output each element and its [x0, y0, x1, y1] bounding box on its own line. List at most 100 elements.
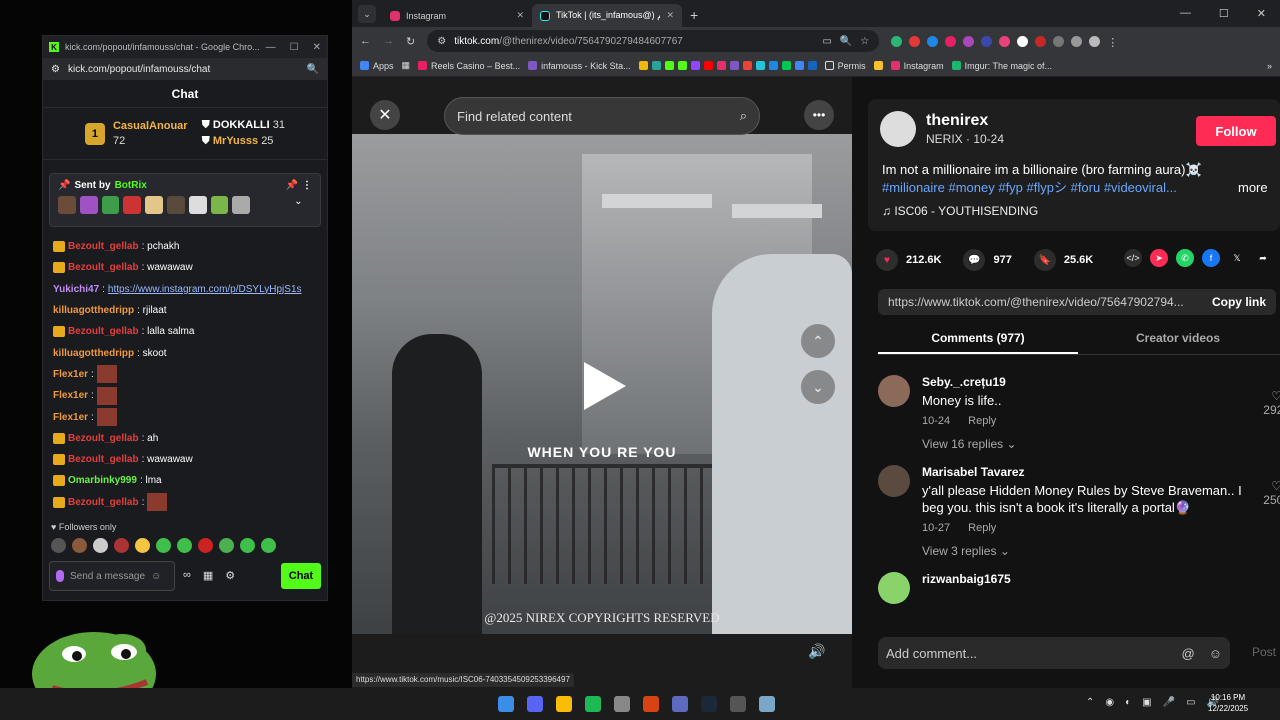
mic-icon[interactable]: [56, 570, 64, 582]
embed-icon[interactable]: </>: [1124, 249, 1142, 267]
bookmark-imgur[interactable]: Imgur: The magic of...: [951, 61, 1052, 71]
address-bar[interactable]: ⚙ tiktok.com/@thenirex/video/75647902794…: [427, 30, 880, 52]
discord-tray-icon[interactable]: ◉: [1105, 697, 1114, 708]
tab-tiktok[interactable]: TikTok | (its_infamous@) كريم ✕: [532, 4, 682, 27]
kick-address-bar[interactable]: ⚙ kick.com/popout/infamouss/chat 🔍: [43, 58, 327, 80]
tab-instagram[interactable]: Instagram ✕: [382, 4, 532, 27]
emoji-icon[interactable]: ☺: [151, 571, 161, 582]
kebab-menu-icon[interactable]: ⋮: [1107, 36, 1118, 49]
bookmark-star-icon[interactable]: ☆: [860, 36, 869, 47]
mic-icon[interactable]: 🎤: [1163, 697, 1175, 708]
chat-username[interactable]: Bezoult_gellab: [68, 497, 139, 508]
leader-name-1[interactable]: CasualAnouar: [113, 120, 188, 132]
spotify-icon[interactable]: [585, 696, 601, 712]
chat-username[interactable]: Flex1er: [53, 390, 88, 401]
send-icon[interactable]: ➤: [1150, 249, 1168, 267]
music-link[interactable]: ♫ ISC06 - YOUTHISENDING: [882, 204, 1038, 218]
bookmark-permis[interactable]: Permis: [824, 61, 866, 71]
chat-username[interactable]: Omarbinky999: [68, 475, 137, 486]
puzzle-icon[interactable]: [1053, 35, 1065, 47]
chrome-icon[interactable]: [556, 696, 572, 712]
chat-username[interactable]: Yukichi47: [53, 284, 99, 295]
zoom-icon[interactable]: 🔍: [840, 36, 852, 47]
like-heart-icon[interactable]: ♥: [876, 249, 898, 271]
tray-icon[interactable]: ▣: [1142, 697, 1151, 708]
extension-icon[interactable]: [927, 35, 939, 47]
bookmark-chart-icon[interactable]: [873, 61, 883, 70]
bookmark-instagram[interactable]: Instagram: [890, 61, 944, 71]
app-icon[interactable]: [759, 696, 775, 712]
steam-icon[interactable]: [701, 696, 717, 712]
follow-button[interactable]: Follow: [1196, 116, 1276, 146]
bookmark-icon[interactable]: 🔖: [1033, 249, 1056, 271]
tab-search-icon[interactable]: ⌄: [358, 5, 376, 23]
pinned-message[interactable]: 📌 Sent by BotRix 📌 ⋮ ⌄: [49, 173, 321, 227]
chat-username[interactable]: Bezoult_gellab: [68, 326, 139, 337]
more-link[interactable]: more: [1238, 180, 1268, 195]
leader-name-2[interactable]: DOKKALLI: [213, 119, 270, 131]
extension-icon[interactable]: [981, 35, 993, 47]
comment-author[interactable]: rizwanbaig1675: [922, 572, 1278, 586]
site-info-icon[interactable]: ⚙: [51, 64, 60, 75]
extension-icon[interactable]: [909, 35, 921, 47]
previous-video-button[interactable]: ⌃: [801, 324, 835, 358]
pinned-bot-name[interactable]: BotRix: [115, 180, 147, 191]
reload-icon[interactable]: ↻: [406, 35, 415, 48]
send-chat-button[interactable]: Chat: [281, 563, 321, 589]
comment-author[interactable]: Seby._.crețu19: [922, 375, 1278, 389]
network-icon[interactable]: ▭: [1186, 697, 1195, 708]
view-replies-button[interactable]: View 3 replies ⌄: [922, 544, 1278, 558]
close-tab-icon[interactable]: ✕: [516, 10, 524, 21]
extension-icon[interactable]: [891, 35, 903, 47]
avatar[interactable]: [1089, 35, 1101, 47]
whatsapp-icon[interactable]: ✆: [1176, 249, 1194, 267]
leader-name-3[interactable]: MrYusss: [213, 135, 258, 147]
close-icon[interactable]: ✕: [1257, 7, 1266, 20]
discord-icon[interactable]: [527, 696, 543, 712]
chat-username[interactable]: Bezoult_gellab: [68, 454, 139, 465]
avatar[interactable]: [878, 375, 910, 407]
app-icon[interactable]: [730, 696, 746, 712]
avatar[interactable]: [878, 572, 910, 604]
settings-icon[interactable]: ⚙: [225, 569, 235, 582]
reply-button[interactable]: Reply: [968, 415, 996, 427]
view-replies-button[interactable]: View 16 replies ⌄: [922, 437, 1278, 451]
comment-author[interactable]: Marisabel Tavarez: [922, 465, 1278, 479]
chat-username[interactable]: Flex1er: [53, 412, 88, 423]
taskbar-clock[interactable]: 10:16 PM 12/22/2025: [1208, 692, 1248, 714]
unpin-icon[interactable]: 📌: [286, 180, 298, 191]
video-player[interactable]: WHEN YOU RE YOU @2025 NIREX COPYRIGHTS R…: [352, 134, 852, 634]
related-search-input[interactable]: Find related content ⌕: [444, 97, 760, 135]
volume-icon[interactable]: 🔊: [808, 643, 825, 660]
tab-comments[interactable]: Comments (977): [878, 325, 1078, 354]
bookmark-kick[interactable]: infamouss - Kick Sta...: [528, 61, 631, 71]
close-icon[interactable]: ✕: [313, 42, 321, 53]
more-bookmarks-icon[interactable]: »: [1267, 61, 1272, 71]
avatar[interactable]: [878, 465, 910, 497]
play-icon[interactable]: [584, 362, 626, 410]
chat-username[interactable]: killuagotthedripp: [53, 305, 134, 316]
comment-likes[interactable]: ♡2507: [1263, 479, 1280, 507]
close-tab-icon[interactable]: ✕: [666, 10, 674, 21]
store-icon[interactable]: ▦: [203, 569, 213, 582]
extension-icon[interactable]: [963, 35, 975, 47]
share-icon[interactable]: ➦: [1254, 249, 1272, 267]
bot-commands-icon[interactable]: ∞: [183, 569, 191, 582]
mention-icon[interactable]: @: [1182, 646, 1195, 661]
expand-chevron-icon[interactable]: ⌄: [294, 196, 312, 214]
new-tab-icon[interactable]: +: [690, 7, 698, 23]
bookmark-reels-casino[interactable]: Reels Casino – Best...: [418, 61, 520, 71]
chat-username[interactable]: Bezoult_gellab: [68, 262, 139, 273]
extension-icon[interactable]: [1035, 35, 1047, 47]
chat-message-input[interactable]: Send a message ☺: [49, 561, 175, 591]
search-icon[interactable]: ⌕: [740, 108, 747, 124]
bookmark-apps[interactable]: Apps: [360, 61, 394, 71]
cast-icon[interactable]: ▭: [822, 36, 831, 47]
zoom-icon[interactable]: 🔍: [307, 64, 319, 75]
avatar[interactable]: [880, 111, 916, 147]
comment-likes[interactable]: ♡2929: [1263, 389, 1280, 417]
tray-icon[interactable]: ◐: [1125, 697, 1131, 708]
add-comment-input[interactable]: Add comment... @ ☺: [878, 637, 1230, 669]
chat-username[interactable]: Flex1er: [53, 369, 88, 380]
chat-username[interactable]: Bezoult_gellab: [68, 241, 139, 252]
